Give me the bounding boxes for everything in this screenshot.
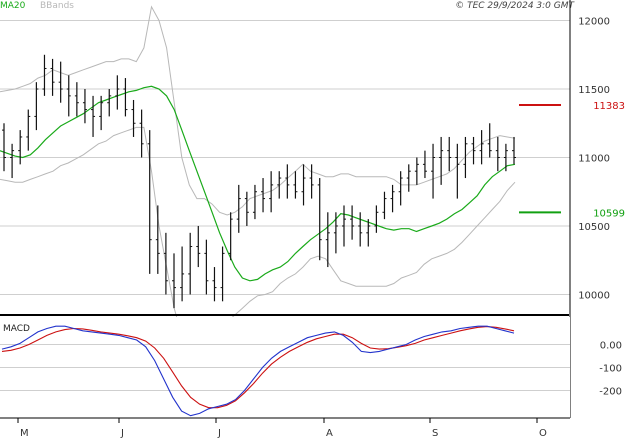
macd-tick-label: -200 (599, 386, 622, 397)
macd-tick-label: 0.00 (600, 341, 622, 352)
price-tick-label: 10500 (578, 222, 610, 233)
macd-tick-label: -100 (599, 364, 622, 375)
price-tick-label: 11500 (578, 85, 610, 96)
price-tick-label: 11000 (578, 154, 610, 165)
macd-panel: 0.00 -200 -100 (0, 317, 622, 418)
ma20-legend: MA20 (0, 1, 26, 11)
date-tick-label: O (539, 428, 547, 439)
copyright-notice: © TEC 29/9/2024 3:0 GMT (455, 1, 575, 11)
date-tick-label: J (120, 428, 124, 439)
chart-stage: 10000 10500 11000 11500 12000 11383 10599 0.00… (0, 0, 625, 439)
date-tick-label: A (326, 428, 333, 439)
price-tick-label: 10000 (578, 290, 610, 301)
price-tick-label: 12000 (578, 17, 610, 28)
date-tick-label: J (217, 428, 221, 439)
support-label: 10599 (593, 208, 625, 219)
date-axis: MJJASO (0, 417, 570, 439)
resistance-label: 11383 (593, 101, 625, 112)
date-tick-label: S (432, 428, 438, 439)
macd-panel-title: MACD (3, 324, 30, 334)
date-tick-label: M (20, 428, 29, 439)
bbands-legend: BBands (40, 1, 74, 11)
